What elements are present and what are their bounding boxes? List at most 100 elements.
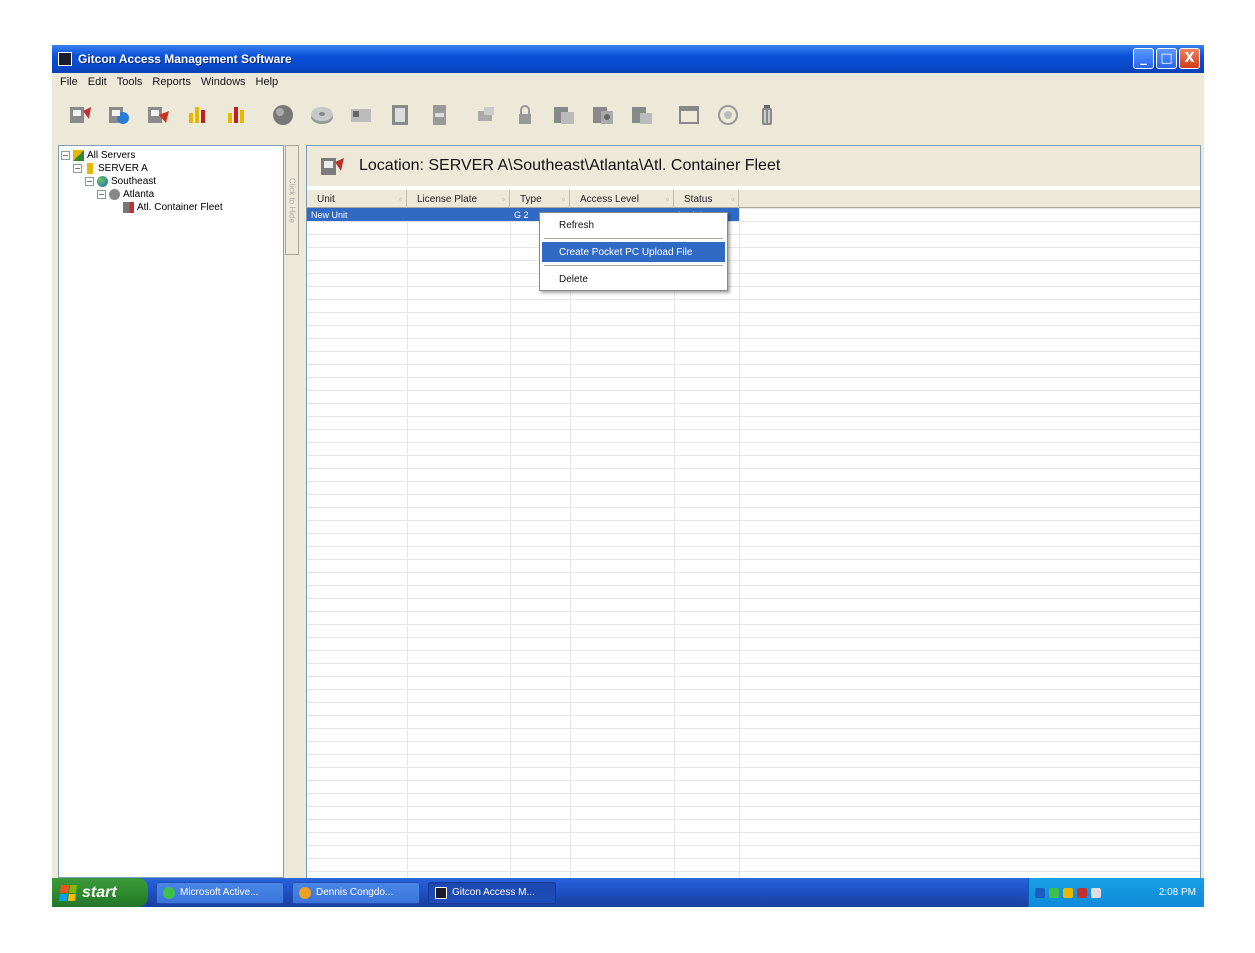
taskbar: start Microsoft Active... Dennis Congdo.… [52, 878, 1204, 907]
sort-icon: ▫ [562, 194, 565, 204]
column-label: License Plate [417, 193, 478, 205]
tree-node-atl-container-fleet[interactable]: Atl. Container Fleet [61, 201, 281, 214]
unit-icon[interactable] [64, 99, 96, 131]
desktop-screen: Gitcon Access Management Software _ □ X … [52, 45, 1204, 907]
city-icon [109, 189, 120, 200]
taskbar-item-gitcon-access[interactable]: Gitcon Access M... [428, 881, 556, 904]
menu-file[interactable]: File [55, 76, 83, 88]
servers-icon [73, 150, 84, 161]
menu-separator [544, 265, 723, 266]
menu-item-refresh[interactable]: Refresh [542, 215, 725, 235]
sort-icon: ▫ [399, 194, 402, 204]
taskbar-item-label: Microsoft Active... [180, 887, 259, 898]
globe-icon[interactable] [267, 99, 299, 131]
taskbar-item-microsoft-active[interactable]: Microsoft Active... [156, 881, 284, 904]
lock-icon[interactable] [509, 99, 541, 131]
tree-expander[interactable]: − [97, 190, 106, 199]
tree-node-all-servers[interactable]: − All Servers [61, 149, 281, 162]
menu-separator [544, 238, 723, 239]
column-label: Type [520, 193, 542, 205]
report-alt-icon[interactable] [220, 99, 252, 131]
key-copy-icon[interactable] [626, 99, 658, 131]
sort-icon: ▫ [731, 194, 734, 204]
globe-icon [97, 176, 108, 187]
column-header-unit[interactable]: Unit ▫ [307, 190, 407, 208]
card-icon[interactable] [345, 99, 377, 131]
taskbar-item-label: Dennis Congdo... [316, 887, 394, 898]
tray-arrow-icon[interactable] [1035, 887, 1045, 898]
toolbar [52, 91, 1204, 139]
start-button[interactable]: start [52, 878, 148, 907]
key-transfer-icon[interactable] [548, 99, 580, 131]
column-label: Access Level [580, 193, 639, 205]
menu-edit[interactable]: Edit [83, 76, 112, 88]
column-divider [674, 208, 675, 879]
column-header-license-plate[interactable]: License Plate ▫ [407, 190, 510, 208]
menu-tools[interactable]: Tools [112, 76, 148, 88]
column-label: Unit [317, 193, 335, 205]
unit-edit-icon[interactable] [103, 99, 135, 131]
tray-network-icon[interactable] [1063, 887, 1073, 898]
column-divider [570, 208, 571, 879]
column-label: Status [684, 193, 713, 205]
sort-icon: ▫ [502, 194, 505, 204]
tree-node-label: SERVER A [98, 163, 148, 174]
panel-icon[interactable] [384, 99, 416, 131]
server-icon [87, 163, 93, 174]
tray-security-icon[interactable] [1077, 887, 1087, 898]
window-icon[interactable] [673, 99, 705, 131]
menu-bar: File Edit Tools Reports Windows Help [52, 73, 1204, 91]
activesync-icon [163, 886, 175, 899]
location-path: Location: SERVER A\Southeast\Atlanta\Atl… [359, 157, 781, 174]
app-icon [58, 52, 72, 66]
keycard-icon[interactable] [470, 99, 502, 131]
context-menu: Refresh Create Pocket PC Upload File Del… [539, 212, 728, 291]
tray-volume-icon[interactable] [1091, 887, 1101, 898]
column-header-access-level[interactable]: Access Level ▫ [570, 190, 674, 208]
tree-node-southeast[interactable]: − Southeast [61, 175, 281, 188]
tree-node-label: Southeast [111, 176, 157, 187]
taskbar-item-label: Gitcon Access M... [452, 887, 535, 898]
cell-license-plate [407, 208, 510, 221]
disc-icon[interactable] [306, 99, 338, 131]
location-header: Location: SERVER A\Southeast\Atlanta\Atl… [307, 146, 1200, 186]
column-header-status[interactable]: Status ▫ [674, 190, 739, 208]
document-icon[interactable] [423, 99, 455, 131]
menu-windows[interactable]: Windows [196, 76, 251, 88]
tree-node-label: Atlanta [123, 189, 155, 200]
column-divider [407, 208, 408, 879]
hide-tab-label: Click to Hide [287, 177, 297, 223]
app-icon [435, 886, 447, 899]
menu-item-delete[interactable]: Delete [542, 269, 725, 289]
tray-sync-icon[interactable] [1049, 887, 1059, 898]
menu-help[interactable]: Help [251, 76, 284, 88]
click-to-hide-tab[interactable]: Click to Hide [285, 145, 299, 255]
column-divider [739, 208, 740, 879]
minimize-button[interactable]: _ [1133, 48, 1154, 69]
report-icon[interactable] [181, 99, 213, 131]
grid-header: Unit ▫ License Plate ▫ Type ▫ Access Level ▫… [307, 190, 1200, 208]
taskbar-item-dennis-congdon[interactable]: Dennis Congdo... [292, 881, 420, 904]
tree-node-atlanta[interactable]: − Atlanta [61, 188, 281, 201]
unit-icon [321, 158, 344, 175]
tree-expander[interactable]: − [73, 164, 82, 173]
tree-node-label: Atl. Container Fleet [137, 202, 223, 213]
unit-delete-icon[interactable] [142, 99, 174, 131]
key-multi-icon[interactable] [587, 99, 619, 131]
maximize-button[interactable]: □ [1156, 48, 1177, 69]
menu-reports[interactable]: Reports [147, 76, 196, 88]
tree-expander[interactable]: − [61, 151, 70, 160]
column-header-type[interactable]: Type ▫ [510, 190, 570, 208]
title-bar[interactable]: Gitcon Access Management Software _ □ X [52, 45, 1204, 73]
windows-flag-icon [58, 884, 78, 901]
content-panel: Location: SERVER A\Southeast\Atlanta\Atl… [306, 145, 1201, 879]
settings-icon[interactable] [712, 99, 744, 131]
tree-expander[interactable]: − [85, 177, 94, 186]
units-grid: Unit ▫ License Plate ▫ Type ▫ Access Level ▫… [307, 190, 1200, 879]
tree-node-server-a[interactable]: − SERVER A [61, 162, 281, 175]
trash-icon[interactable] [751, 99, 783, 131]
window-controls: _ □ X [1133, 48, 1200, 69]
menu-item-create-pocket-pc-upload-file[interactable]: Create Pocket PC Upload File [542, 242, 725, 262]
close-button[interactable]: X [1179, 48, 1200, 69]
system-tray: 2:08 PM [1028, 878, 1204, 907]
